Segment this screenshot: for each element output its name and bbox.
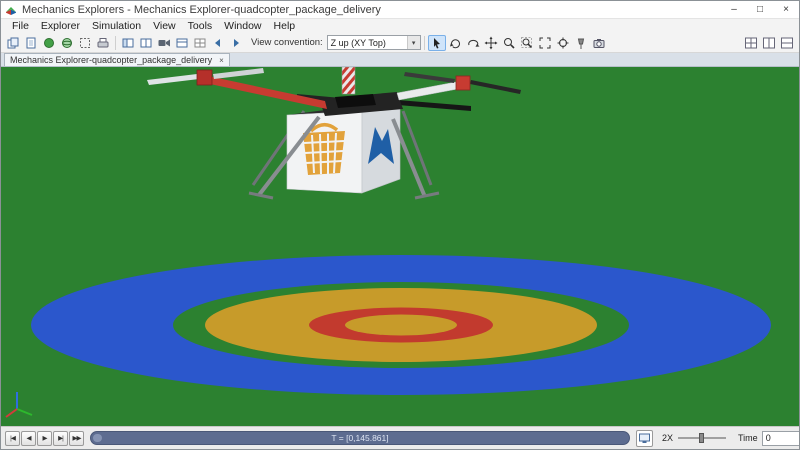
speed-value: 2X <box>662 433 674 443</box>
viewport <box>1 67 800 428</box>
rotor-hub-right <box>455 75 471 91</box>
maximize-button[interactable]: □ <box>747 1 773 18</box>
time-label: Time <box>738 433 758 443</box>
layout-grid-icon[interactable] <box>742 35 760 51</box>
rotate-view-icon[interactable] <box>446 35 464 51</box>
view-forward-icon[interactable] <box>227 35 245 51</box>
scrub-thumb[interactable] <box>93 434 102 442</box>
go-to-start-button[interactable]: |◀ <box>5 430 20 446</box>
monitor-icon <box>639 433 650 443</box>
menu-view[interactable]: View <box>147 20 182 32</box>
speed-slider-thumb[interactable] <box>699 433 705 443</box>
time-scrubber[interactable]: T = [0,145.861] <box>90 431 630 445</box>
print-icon[interactable] <box>94 35 112 51</box>
copy-view-icon[interactable] <box>4 35 22 51</box>
menu-simulation[interactable]: Simulation <box>86 20 147 32</box>
playback-bar: |◀ ◀ ▶ ▶| ▶▶ T = [0,145.861] 2X Time <box>1 426 799 449</box>
layout-horizontal-icon[interactable] <box>778 35 796 51</box>
menu-explorer[interactable]: Explorer <box>35 20 86 32</box>
pin-view-icon[interactable] <box>572 35 590 51</box>
fast-forward-button[interactable]: ▶▶ <box>69 430 84 446</box>
time-input[interactable] <box>761 430 799 446</box>
view-back-icon[interactable] <box>209 35 227 51</box>
menu-bar: File Explorer Simulation View Tools Wind… <box>1 19 799 33</box>
tab-mechanics-explorer[interactable]: Mechanics Explorer-quadcopter_package_de… <box>4 53 230 66</box>
menu-tools[interactable]: Tools <box>182 20 219 32</box>
roll-view-icon[interactable] <box>464 35 482 51</box>
time-range-text: T = [0,145.861] <box>331 433 389 443</box>
pan-view-icon[interactable] <box>482 35 500 51</box>
step-forward-icon: ▶| <box>58 435 64 442</box>
solid-sphere-icon[interactable] <box>40 35 58 51</box>
package-box <box>286 105 401 194</box>
landing-pad <box>31 255 771 395</box>
mechanics-explorer-window: Mechanics Explorers - Mechanics Explorer… <box>0 0 800 450</box>
menu-help[interactable]: Help <box>268 20 302 32</box>
menu-window[interactable]: Window <box>218 20 267 32</box>
select-region-icon[interactable] <box>76 35 94 51</box>
play-icon: ▶ <box>42 435 48 442</box>
wire-sphere-icon[interactable] <box>58 35 76 51</box>
minimize-button[interactable]: – <box>721 1 747 18</box>
speed-slider[interactable] <box>678 431 727 445</box>
tab-close-icon[interactable]: × <box>219 56 224 65</box>
grid-view-icon[interactable] <box>191 35 209 51</box>
split-panel-icon[interactable] <box>137 35 155 51</box>
toolbar: View convention: Z up (XY Top) ▾ <box>1 33 799 53</box>
step-back-button[interactable]: ◀ <box>21 430 36 446</box>
3d-scene[interactable] <box>1 67 800 428</box>
step-back-icon: ◀ <box>26 435 32 442</box>
window-title: Mechanics Explorers - Mechanics Explorer… <box>22 3 381 16</box>
view-convention-label: View convention: <box>251 37 323 48</box>
striped-mast <box>341 67 356 95</box>
look-at-point-icon[interactable] <box>554 35 572 51</box>
tab-label: Mechanics Explorer-quadcopter_package_de… <box>10 55 213 65</box>
camera-views-icon[interactable] <box>590 35 608 51</box>
new-view-icon[interactable] <box>22 35 40 51</box>
panel-layout-icon[interactable] <box>173 35 191 51</box>
zoom-region-icon[interactable] <box>518 35 536 51</box>
zoom-view-icon[interactable] <box>500 35 518 51</box>
select-cursor-icon[interactable] <box>427 34 446 51</box>
view-convention-dropdown[interactable]: Z up (XY Top) ▾ <box>326 35 421 50</box>
layout-vertical-icon[interactable] <box>760 35 778 51</box>
toolbar-separator <box>115 35 116 50</box>
step-forward-button[interactable]: ▶| <box>53 430 68 446</box>
fast-forward-icon: ▶▶ <box>72 435 82 442</box>
open-panel-icon[interactable] <box>119 35 137 51</box>
play-button[interactable]: ▶ <box>37 430 52 446</box>
app-icon <box>6 6 16 15</box>
menu-file[interactable]: File <box>6 20 35 32</box>
display-button[interactable] <box>636 429 653 447</box>
go-to-start-icon: |◀ <box>10 435 16 442</box>
toolbar-separator <box>423 35 425 50</box>
tab-bar: Mechanics Explorer-quadcopter_package_de… <box>1 53 799 67</box>
close-button[interactable]: × <box>773 1 799 18</box>
rotor-hub-left <box>196 69 213 86</box>
fit-to-view-icon[interactable] <box>536 35 554 51</box>
title-bar: Mechanics Explorers - Mechanics Explorer… <box>1 1 799 19</box>
view-convention-value: Z up (XY Top) <box>330 37 386 48</box>
chevron-down-icon: ▾ <box>406 36 420 49</box>
video-record-icon[interactable] <box>155 35 173 51</box>
